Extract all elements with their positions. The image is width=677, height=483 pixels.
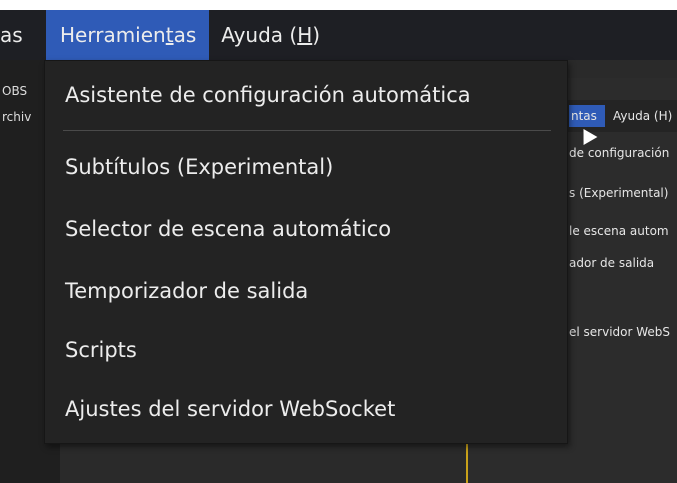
inner-item: de configuración <box>569 146 670 160</box>
obs-label: OBS <box>2 84 28 98</box>
menu-separator <box>63 130 551 131</box>
inner-item: le escena autom <box>569 224 669 238</box>
menu-item-label: Temporizador de salida <box>65 279 309 303</box>
menu-item-captions[interactable]: Subtítulos (Experimental) <box>65 155 333 179</box>
inner-active-label: ntas <box>571 109 597 123</box>
menu-item-websocket-settings[interactable]: Ajustes del servidor WebSocket <box>65 397 395 421</box>
inner-item: ador de salida <box>569 256 655 270</box>
inner-item: el servidor WebS <box>569 325 671 339</box>
menu-item-auto-scene-switcher[interactable]: Selector de escena automático <box>65 217 391 241</box>
menu-herramientas[interactable]: Herramientas <box>46 10 210 60</box>
menu-item-partial[interactable]: as <box>0 10 46 60</box>
menu-item-label: Ajustes del servidor WebSocket <box>65 397 396 421</box>
menubar: as Herramientas Ayuda (H) <box>0 10 677 60</box>
inner-item: s (Experimental) <box>569 186 669 200</box>
menu-item-label: Subtítulos (Experimental) <box>65 155 334 179</box>
inner-help-label: Ayuda (H) <box>613 109 673 123</box>
menu-label: Ayuda (H) <box>221 23 321 47</box>
menu-item-label: Asistente de configuración automática <box>65 83 471 107</box>
menu-item-label: Scripts <box>65 338 137 362</box>
top-strip <box>0 0 677 10</box>
menu-label: Herramientas <box>60 23 197 47</box>
menu-item-scripts[interactable]: Scripts <box>65 338 137 362</box>
menu-label: as <box>0 23 23 47</box>
menu-item-output-timer[interactable]: Temporizador de salida <box>65 279 308 303</box>
menu-ayuda[interactable]: Ayuda (H) <box>209 10 332 60</box>
tools-dropdown-menu: Asistente de configuración automática Su… <box>44 60 568 444</box>
archivo-partial: rchiv <box>2 110 32 124</box>
menu-item-auto-config-wizard[interactable]: Asistente de configuración automática <box>65 83 471 107</box>
menu-item-label: Selector de escena automático <box>65 217 392 241</box>
